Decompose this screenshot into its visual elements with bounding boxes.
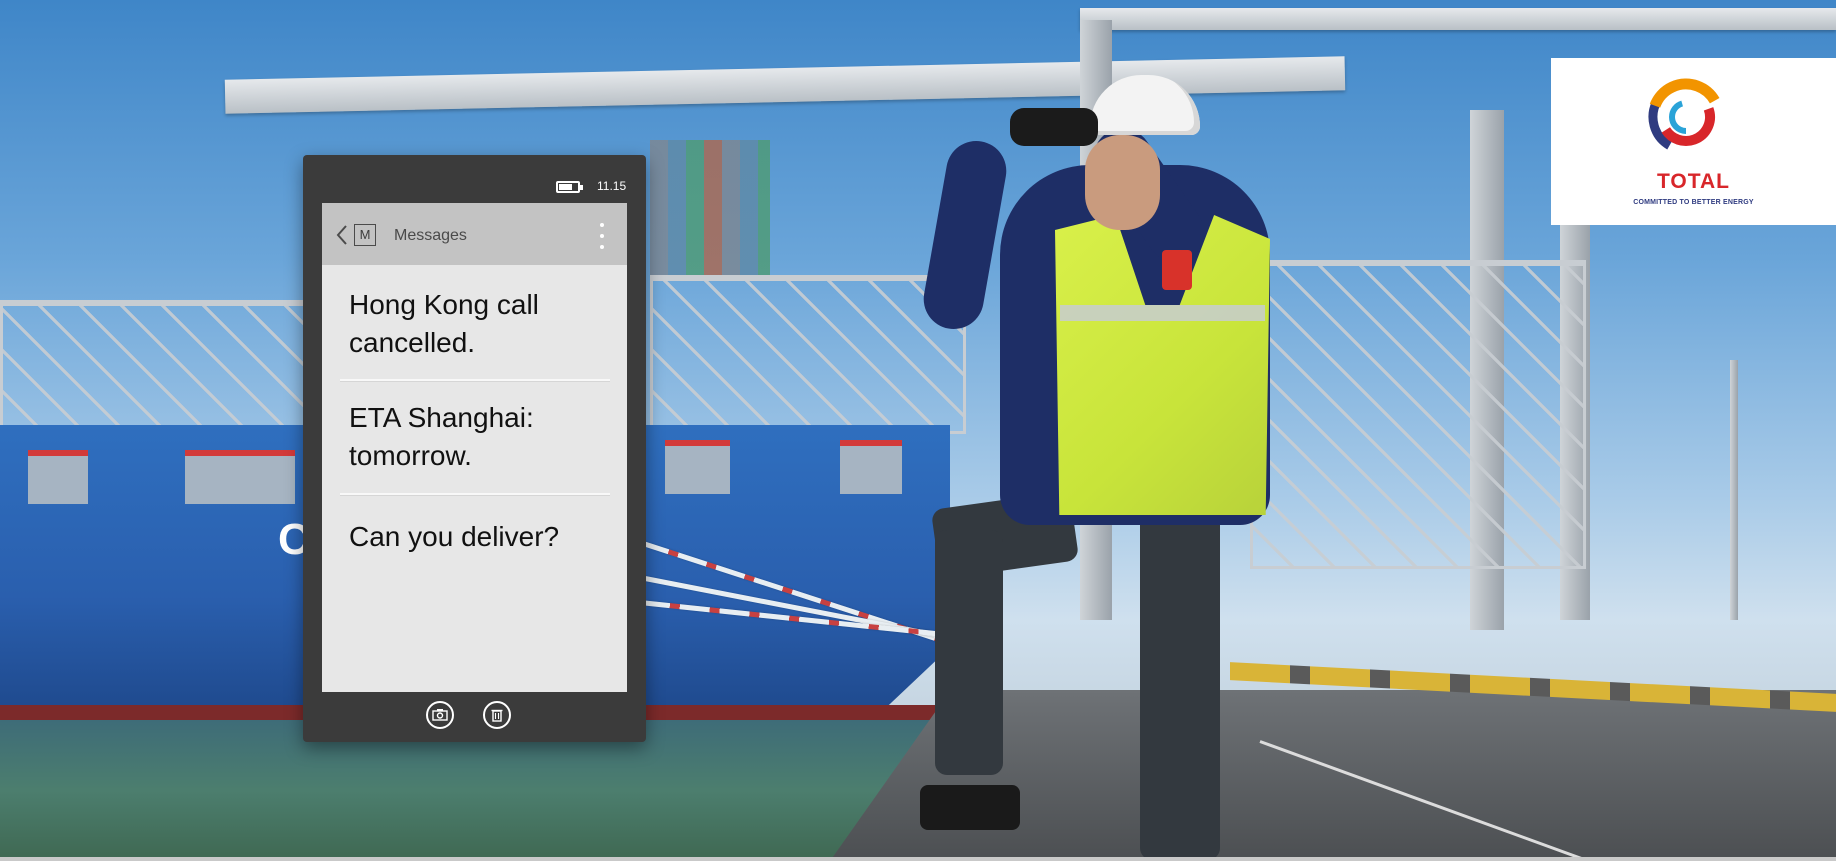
more-vertical-icon[interactable]	[596, 221, 608, 251]
phone-mockup: 11.15 M Messages Hong Kong call cancelle…	[303, 155, 646, 742]
crane-boom-top	[1080, 8, 1836, 30]
crane-leg	[1730, 360, 1738, 620]
worker-head	[1085, 135, 1160, 230]
worker-leg	[1140, 500, 1220, 860]
messages-app-header: M Messages	[322, 203, 627, 265]
hull-opening	[665, 440, 730, 494]
back-icon[interactable]	[333, 223, 351, 247]
phone-status-bar: 11.15	[303, 155, 646, 203]
hull-opening	[185, 450, 295, 504]
delete-button[interactable]	[483, 701, 511, 729]
message-item[interactable]: Can you deliver?	[349, 518, 604, 556]
worker-boot	[920, 785, 1020, 830]
status-clock: 11.15	[597, 179, 627, 193]
worker-leg	[935, 530, 1003, 775]
total-logo-icon	[1647, 78, 1725, 156]
binoculars	[1010, 108, 1098, 146]
brand-tagline: COMMITTED TO BETTER ENERGY	[1633, 199, 1754, 206]
message-item[interactable]: Hong Kong call cancelled.	[349, 286, 604, 362]
battery-icon	[556, 181, 583, 193]
vest-reflective-stripe	[1060, 305, 1265, 321]
brand-logo: TOTAL COMMITTED TO BETTER ENERGY	[1551, 58, 1836, 225]
ship-superstructure	[650, 275, 966, 434]
crane-frame	[1250, 260, 1586, 569]
trash-icon	[491, 709, 503, 722]
battery-level-fill	[559, 184, 572, 190]
camera-button[interactable]	[426, 701, 454, 729]
vest-badge	[1162, 250, 1192, 290]
phone-screen: M Messages Hong Kong call cancelled. ETA…	[322, 203, 627, 692]
ship-superstructure	[0, 300, 306, 434]
image-bottom-border	[0, 857, 1836, 861]
phone-app-bar	[303, 692, 646, 742]
message-item[interactable]: ETA Shanghai: tomorrow.	[349, 399, 604, 475]
message-divider	[340, 379, 610, 381]
mail-icon[interactable]: M	[354, 224, 376, 246]
hull-opening	[840, 440, 902, 494]
app-title: Messages	[394, 227, 467, 244]
camera-icon	[432, 709, 448, 721]
container-stack	[650, 140, 770, 280]
message-divider	[340, 493, 610, 495]
hull-opening	[28, 450, 88, 504]
brand-name: TOTAL	[1656, 170, 1731, 193]
